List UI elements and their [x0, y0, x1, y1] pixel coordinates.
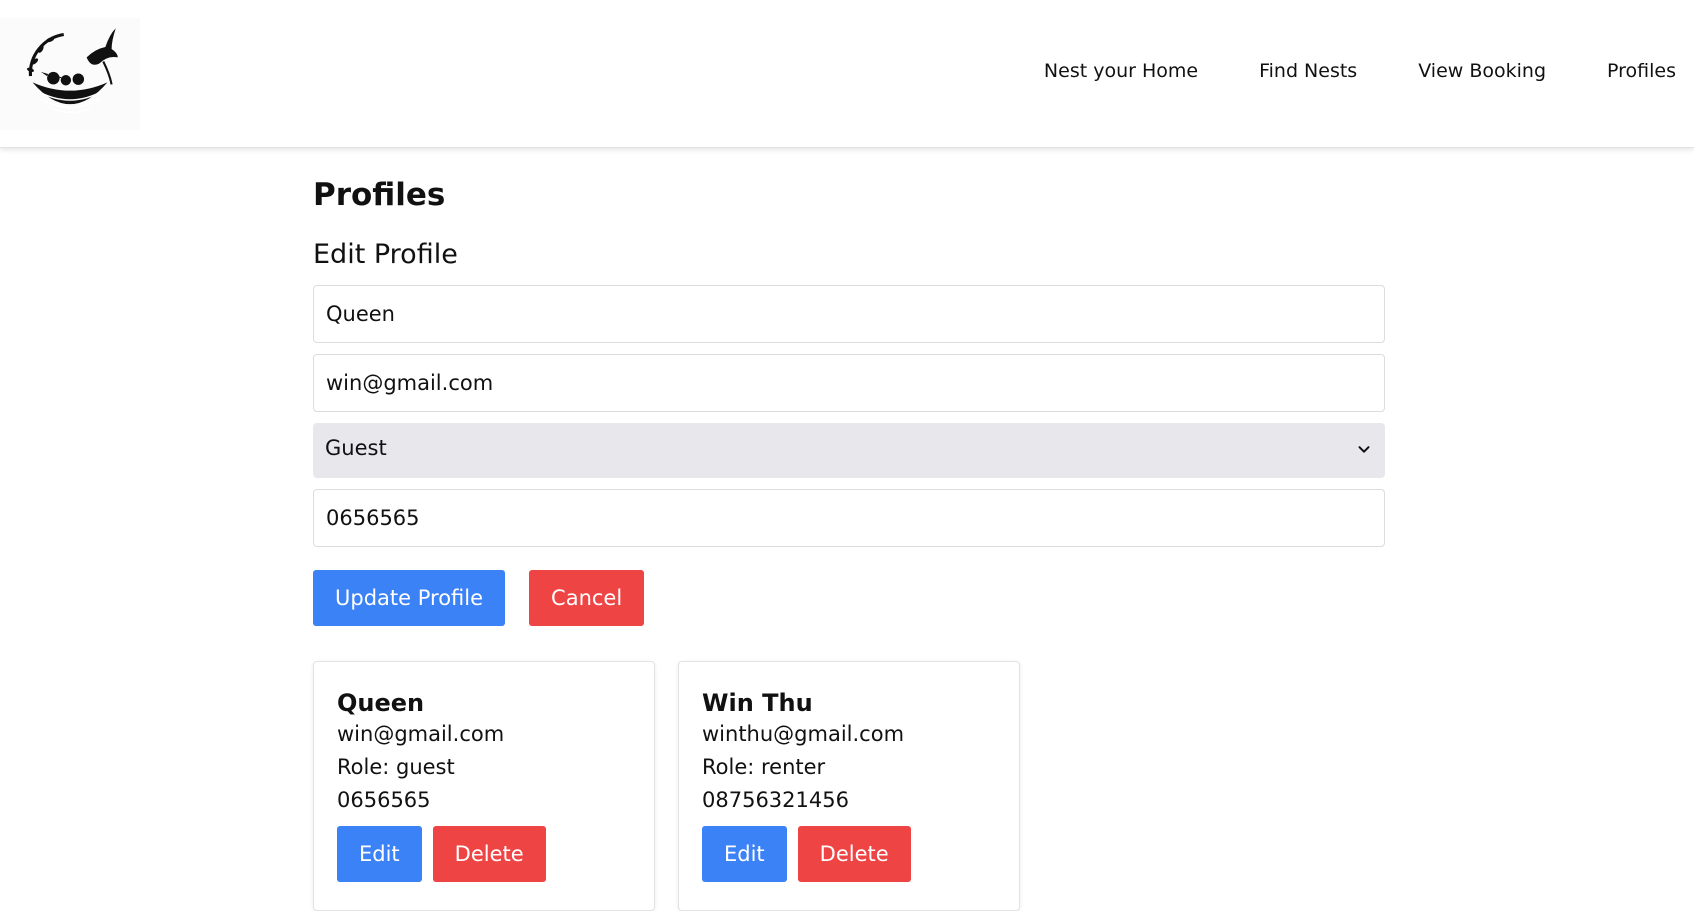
phone-input[interactable] [313, 489, 1385, 547]
edit-profile-form: Guest Update Profile Cancel [313, 285, 1385, 626]
logo[interactable] [0, 18, 140, 130]
main-content: Profiles Edit Profile Guest Update Profi… [313, 148, 1385, 911]
profile-email: winthu@gmail.com [702, 722, 905, 746]
profile-role: Role: renter [702, 755, 826, 779]
role-select-value: Guest [325, 436, 387, 460]
nav-view-booking[interactable]: View Booking [1418, 60, 1546, 82]
edit-profile-heading: Edit Profile [313, 239, 458, 270]
profile-role: Role: guest [337, 755, 455, 779]
profile-card-actions: Edit Delete [337, 826, 631, 882]
edit-button[interactable]: Edit [702, 826, 787, 882]
profile-card: Win Thu winthu@gmail.com Role: renter 08… [678, 661, 1020, 911]
delete-button[interactable]: Delete [432, 826, 546, 882]
profile-phone: 0656565 [337, 788, 431, 812]
profile-email: win@gmail.com [337, 722, 505, 746]
delete-button[interactable]: Delete [797, 826, 911, 882]
cancel-button[interactable]: Cancel [529, 570, 645, 626]
top-navbar: Nest your Home Find Nests View Booking P… [0, 0, 1694, 148]
bird-nest-logo-icon [27, 28, 118, 114]
profile-card: Queen win@gmail.com Role: guest 0656565 … [313, 661, 655, 911]
chevron-down-icon [1358, 446, 1370, 453]
profile-phone: 08756321456 [702, 788, 849, 812]
main-nav: Nest your Home Find Nests View Booking P… [1044, 60, 1676, 82]
profile-name: Win Thu [702, 689, 813, 717]
name-input[interactable] [313, 285, 1385, 343]
nav-profiles[interactable]: Profiles [1607, 60, 1676, 82]
email-input[interactable] [313, 354, 1385, 412]
nav-find-nests[interactable]: Find Nests [1259, 60, 1357, 82]
profile-card-actions: Edit Delete [702, 826, 996, 882]
nav-nest-your-home[interactable]: Nest your Home [1044, 60, 1198, 82]
update-profile-button[interactable]: Update Profile [313, 570, 506, 626]
profile-name: Queen [337, 689, 425, 717]
form-actions: Update Profile Cancel [313, 570, 1385, 626]
page-title: Profiles [313, 177, 446, 213]
edit-button[interactable]: Edit [337, 826, 422, 882]
profile-cards: Queen win@gmail.com Role: guest 0656565 … [313, 661, 1385, 911]
role-select[interactable]: Guest [313, 423, 1385, 478]
